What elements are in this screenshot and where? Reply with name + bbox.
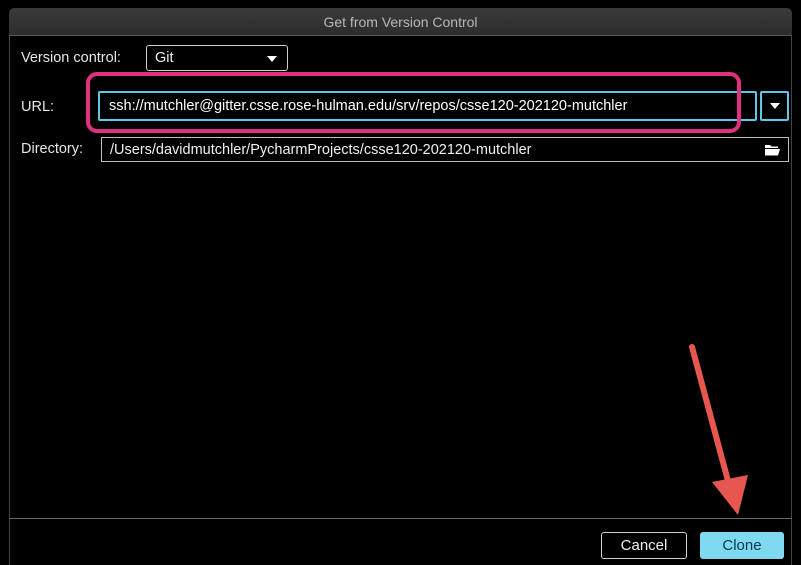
url-label: URL:: [21, 99, 55, 115]
directory-value: /Users/davidmutchler/PycharmProjects/css…: [110, 141, 532, 158]
clone-button[interactable]: Clone: [700, 532, 784, 559]
footer-separator: [9, 518, 792, 519]
url-history-dropdown-button[interactable]: [760, 91, 789, 121]
directory-label: Directory:: [21, 141, 84, 157]
chevron-down-icon: [770, 103, 780, 109]
version-control-select[interactable]: Git: [146, 45, 288, 71]
chevron-down-icon: [267, 56, 277, 62]
dialog-titlebar: Get from Version Control: [9, 8, 792, 36]
version-control-label: Version control:: [21, 50, 121, 66]
directory-input[interactable]: /Users/davidmutchler/PycharmProjects/css…: [101, 137, 789, 162]
cancel-button[interactable]: Cancel: [601, 532, 687, 559]
dialog-title: Get from Version Control: [323, 13, 478, 30]
url-input[interactable]: ssh://mutchler@gitter.csse.rose-hulman.e…: [98, 91, 757, 121]
url-value: ssh://mutchler@gitter.csse.rose-hulman.e…: [109, 98, 628, 114]
folder-open-icon[interactable]: [764, 143, 781, 156]
version-control-value: Git: [155, 50, 174, 66]
